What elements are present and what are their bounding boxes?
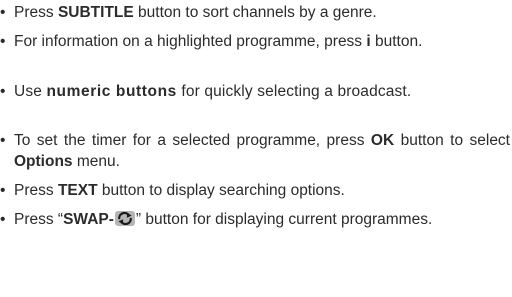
text-button-name: TEXT <box>57 182 98 199</box>
list-item: • Press SUBTITLE button to sort channels… <box>0 3 510 24</box>
list-item-text: Press SUBTITLE button to sort channels b… <box>14 4 377 21</box>
list-item: • Press “SWAP- ” button for displaying c… <box>0 210 510 231</box>
bullet-marker: • <box>0 33 6 50</box>
list-item-text: For information on a highlighted program… <box>14 33 423 50</box>
list-item: • For information on a highlighted progr… <box>0 32 510 53</box>
list-item-text: Press “SWAP- ” button for displaying cur… <box>14 211 433 228</box>
swap-button-name: SWAP- <box>63 211 114 228</box>
subtitle-button-name: SUBTITLE <box>57 4 134 21</box>
instruction-document: • Press SUBTITLE button to sort channels… <box>0 0 512 297</box>
list-item-text: Use numeric buttons for quickly selectin… <box>14 83 412 100</box>
bullet-marker: • <box>0 211 6 228</box>
ok-button-name: OK <box>370 132 395 149</box>
bullet-marker: • <box>0 83 6 100</box>
swap-icon <box>114 211 135 226</box>
list-item: • To set the timer for a selected progra… <box>0 131 510 172</box>
options-menu-name: Options <box>14 152 73 170</box>
bullet-marker: • <box>0 182 6 199</box>
list-item-text: To set the timer for a selected programm… <box>14 132 510 170</box>
numeric-buttons-name: numeric buttons <box>46 83 177 100</box>
bullet-marker: • <box>0 4 6 21</box>
list-item: • Use numeric buttons for quickly select… <box>0 82 510 103</box>
bullet-marker: • <box>0 132 6 149</box>
list-item: • Press TEXT button to display searching… <box>0 181 510 202</box>
list-item-text: Press TEXT button to display searching o… <box>14 182 345 199</box>
